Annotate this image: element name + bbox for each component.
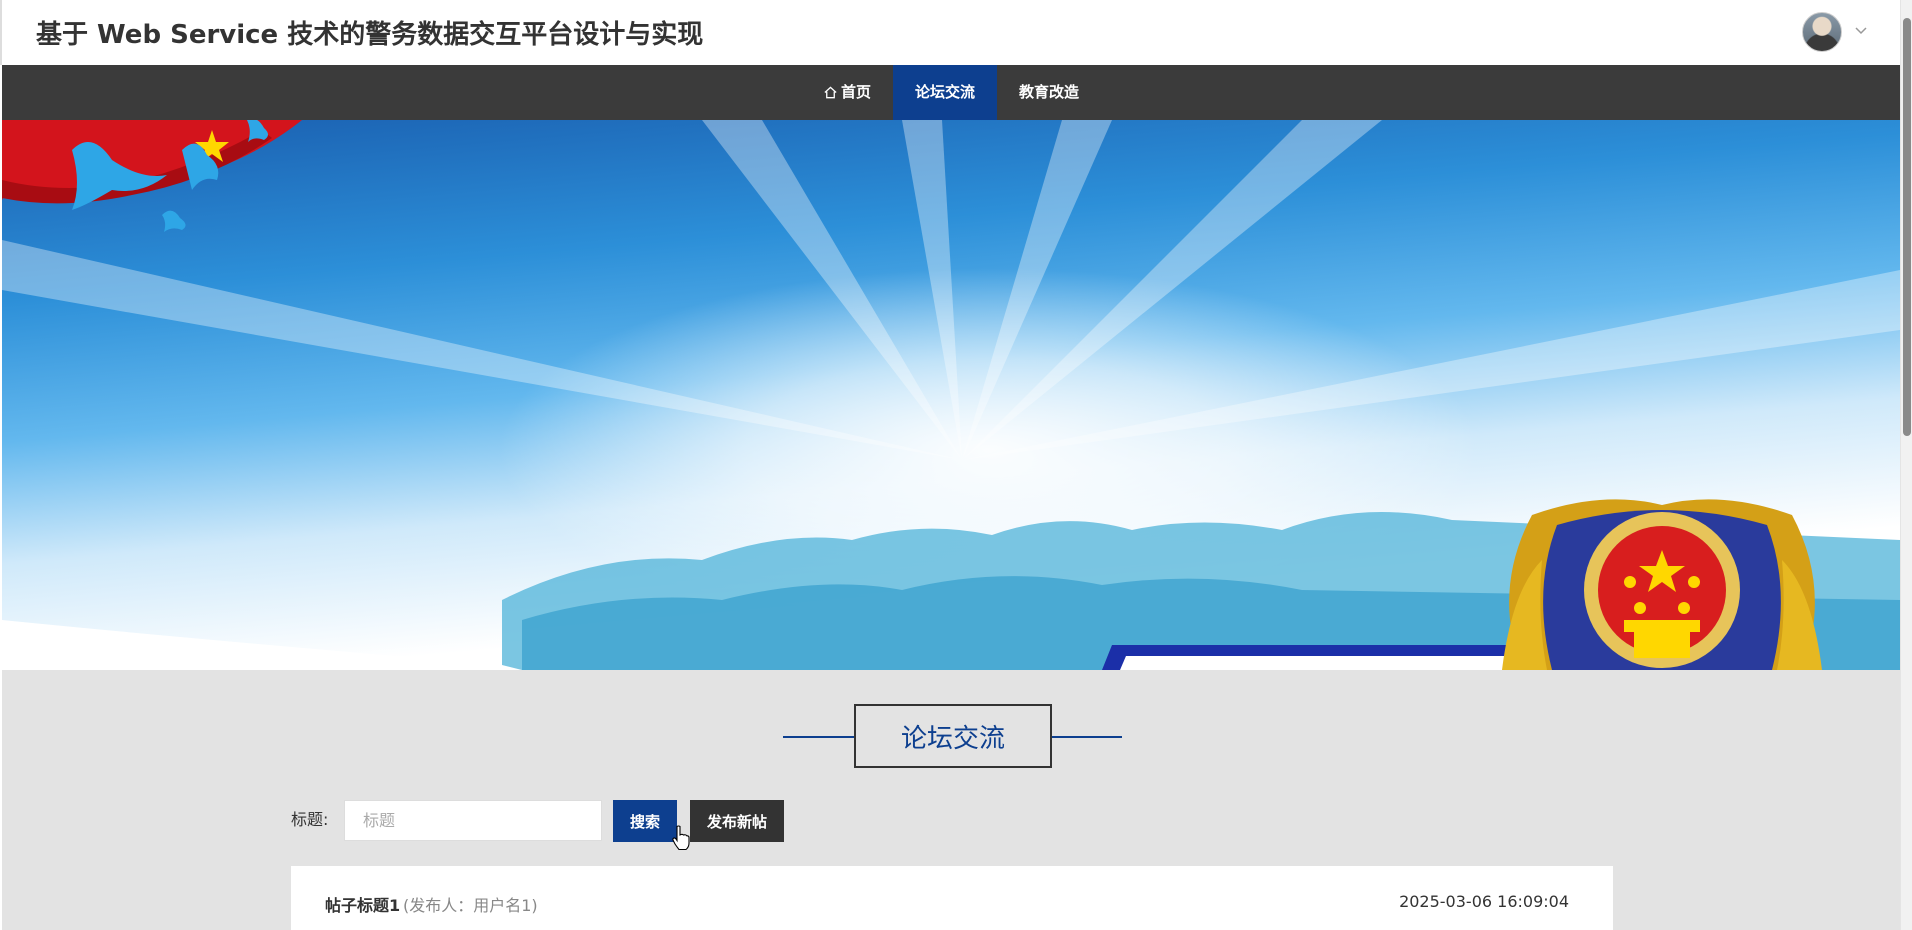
avatar[interactable] xyxy=(1802,12,1842,52)
chevron-down-icon[interactable] xyxy=(1854,24,1868,38)
search-button[interactable]: 搜索 xyxy=(613,800,677,842)
nav-item-label: 论坛交流 xyxy=(914,83,975,101)
banner-illustration xyxy=(2,120,1900,670)
site-title: 基于 Web Service 技术的警务数据交互平台设计与实现 xyxy=(36,20,704,50)
nav-item-education[interactable]: 教育改造 xyxy=(997,65,1101,120)
post-list-item[interactable]: 帖子标题1 (发布人：用户名1) 2025-03-06 16:09:04 xyxy=(291,866,1613,930)
forum-section: 论坛交流 标题: 搜索 发布新帖 帖子标题1 (发布人：用户名1) 2025-0… xyxy=(2,670,1900,930)
home-icon xyxy=(824,86,837,99)
nav-item-label: 首页 xyxy=(840,83,871,101)
page-scrollbar[interactable] xyxy=(1900,0,1912,930)
main-nav: 首页 论坛交流 教育改造 xyxy=(2,65,1900,120)
police-emblem-icon xyxy=(1502,499,1822,670)
post-time: 2025-03-06 16:09:04 xyxy=(1399,892,1569,911)
title-search-input[interactable] xyxy=(344,800,602,841)
nav-item-label: 教育改造 xyxy=(1019,83,1080,101)
nav-item-home[interactable]: 首页 xyxy=(801,65,893,120)
hero-banner xyxy=(2,120,1900,670)
section-title: 论坛交流 xyxy=(854,704,1052,768)
new-post-button[interactable]: 发布新帖 xyxy=(690,800,784,842)
scrollbar-thumb[interactable] xyxy=(1903,18,1911,436)
post-author: (发布人：用户名1) xyxy=(403,896,538,915)
site-header: 基于 Web Service 技术的警务数据交互平台设计与实现 xyxy=(0,0,1900,65)
post-title[interactable]: 帖子标题1 xyxy=(325,892,400,916)
search-label: 标题: xyxy=(291,810,329,829)
nav-item-forum[interactable]: 论坛交流 xyxy=(892,65,997,120)
